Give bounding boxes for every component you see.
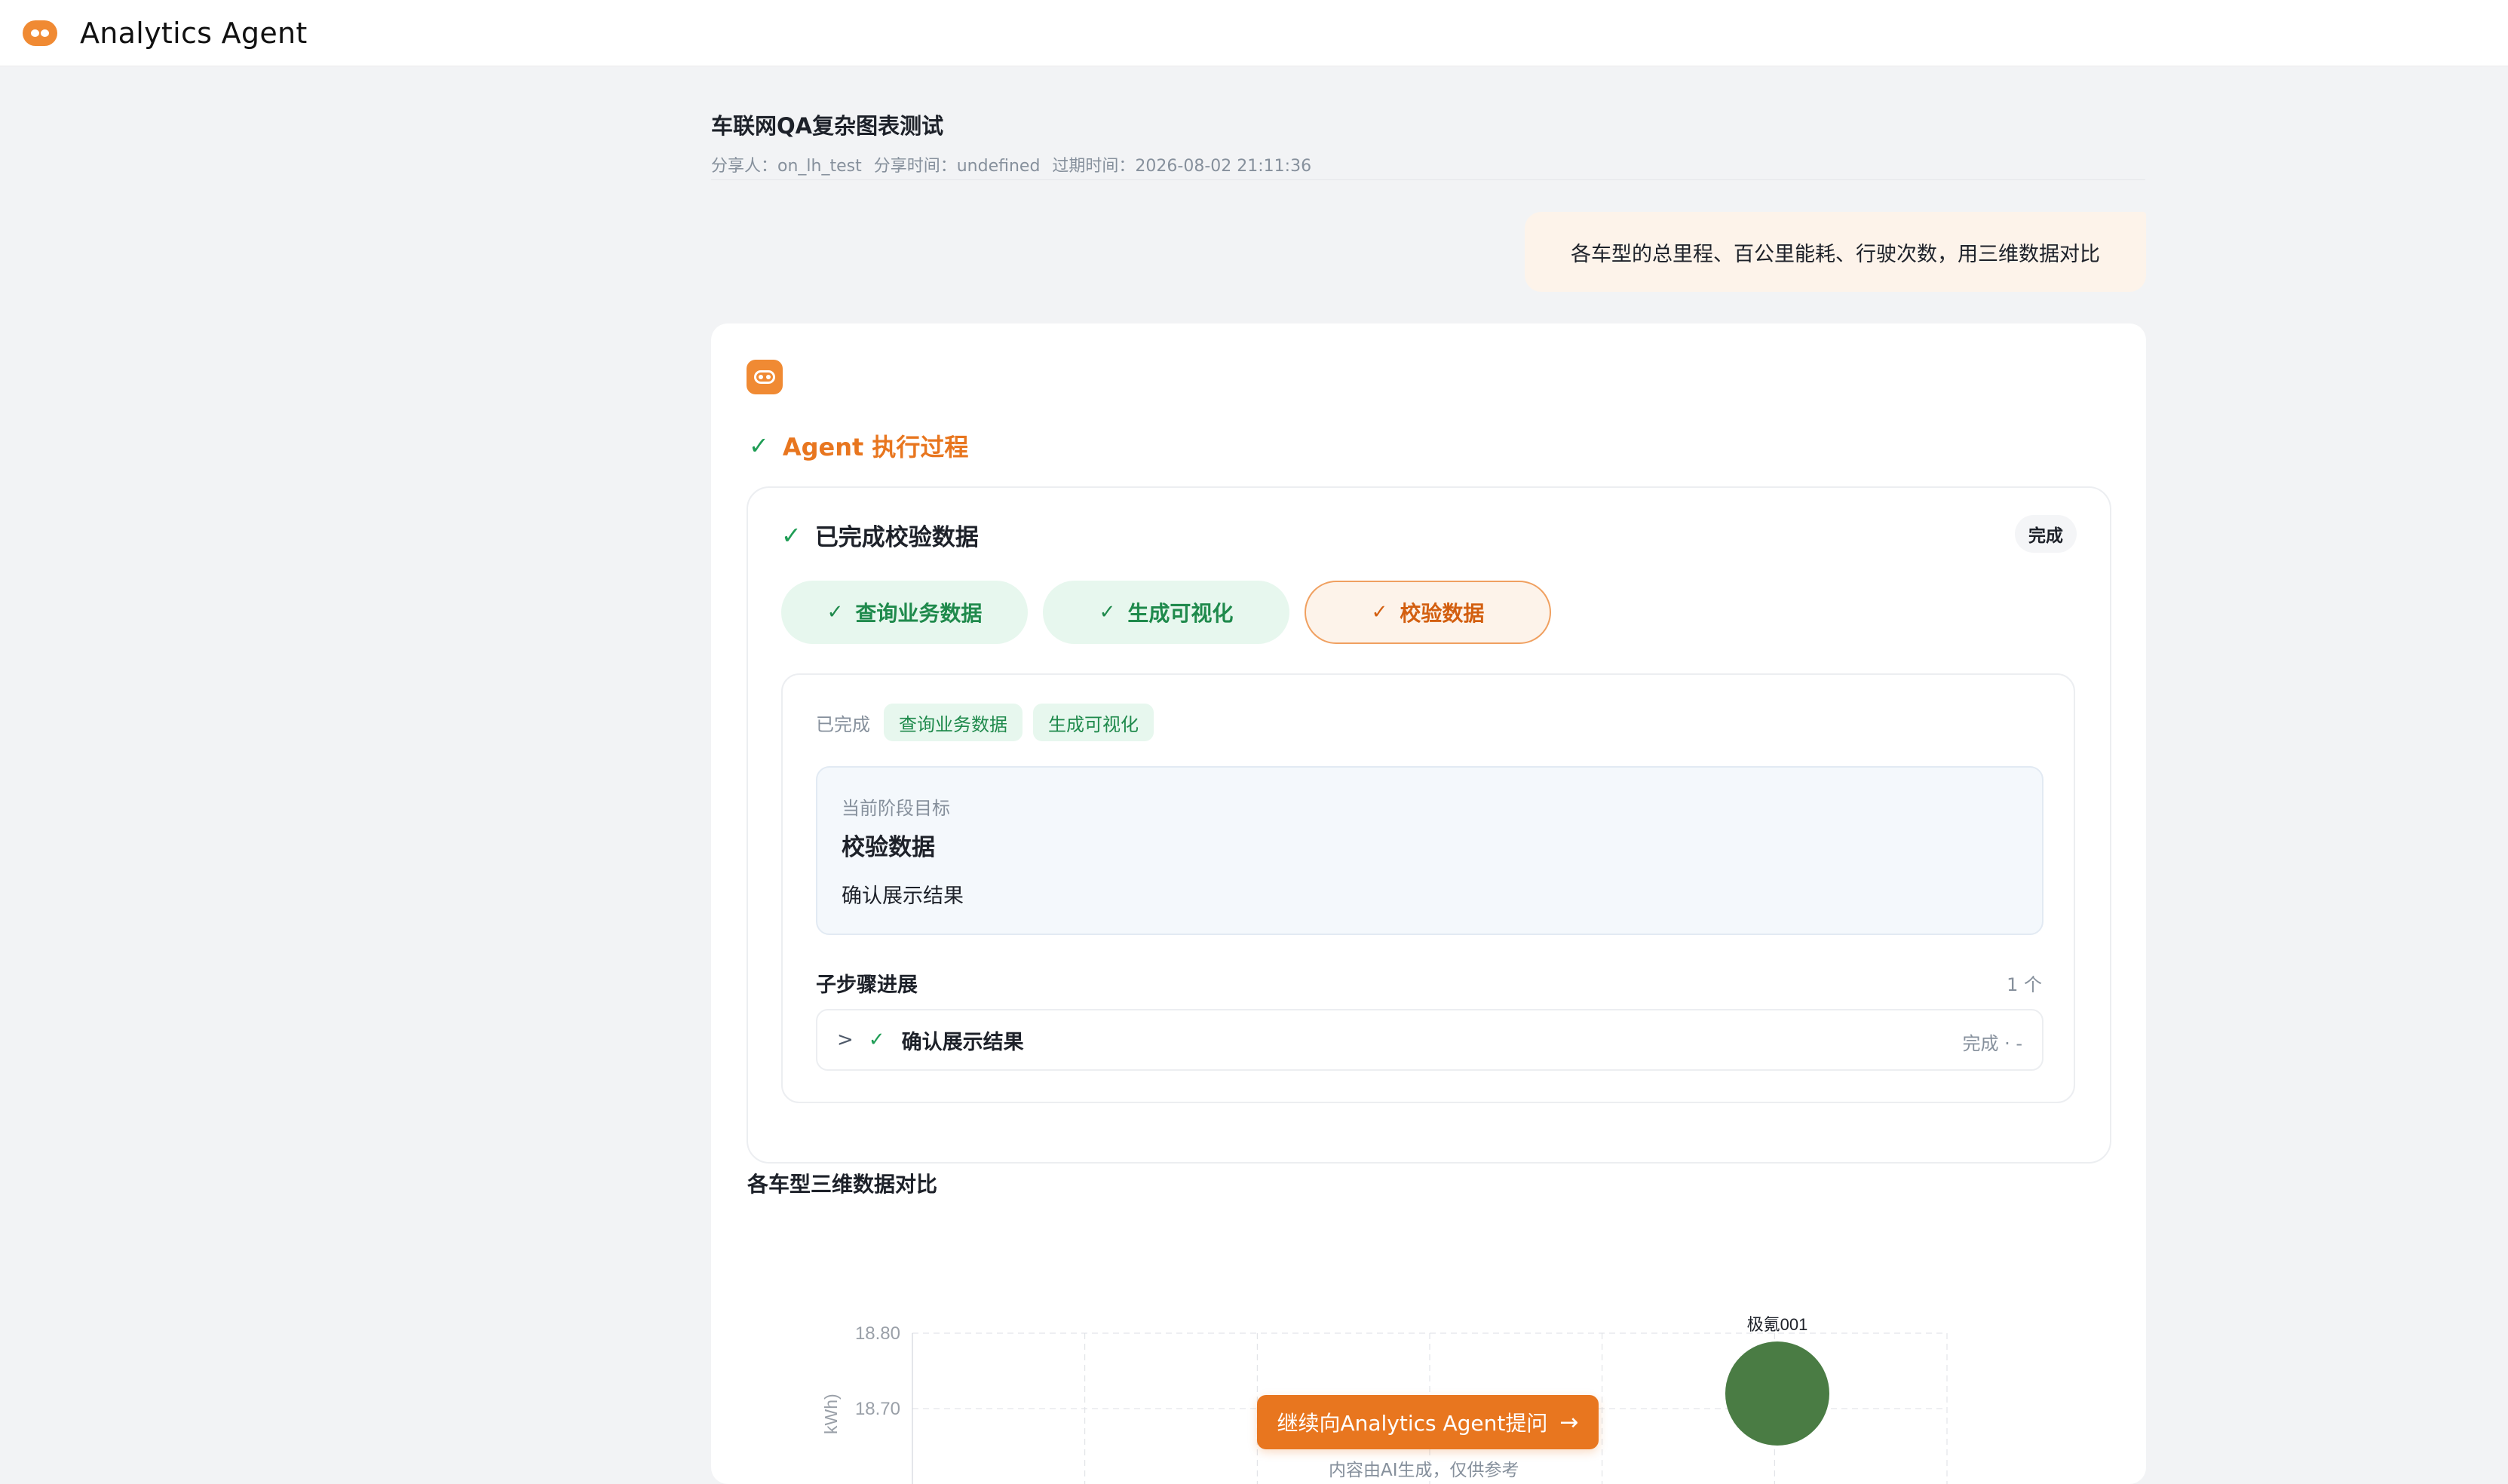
page-title: 车联网QA复杂图表测试 xyxy=(711,113,944,139)
top-bar: Analytics Agent xyxy=(0,0,2508,66)
step-pill-query[interactable]: ✓ 查询业务数据 xyxy=(781,581,1028,644)
check-icon: ✓ xyxy=(868,1029,885,1051)
completed-row: 已完成 查询业务数据 生成可视化 xyxy=(816,704,1154,741)
y-axis-label: kWh) xyxy=(821,1394,841,1434)
check-icon: ✓ xyxy=(826,601,844,624)
process-status-title: 已完成校验数据 xyxy=(814,524,979,551)
check-icon: ✓ xyxy=(749,431,769,460)
ask-button-label: 继续向Analytics Agent提问 xyxy=(1277,1411,1548,1436)
step-pill-validate[interactable]: ✓ 校验数据 xyxy=(1305,581,1551,644)
data-point-label: 极氪001 xyxy=(1747,1315,1808,1334)
step-label: 查询业务数据 xyxy=(855,601,983,626)
substeps-heading: 子步骤进展 xyxy=(816,973,918,997)
app-title: Analytics Agent xyxy=(80,16,308,50)
share-meta: 分享人：on_lh_test 分享时间：undefined 过期时间：2026-… xyxy=(711,152,1311,176)
completed-label: 已完成 xyxy=(816,713,870,735)
divider xyxy=(711,179,2145,180)
expire-time-text: 过期时间：2026-08-02 21:11:36 xyxy=(1052,157,1312,176)
agent-process-label: Agent 执行过程 xyxy=(782,433,969,461)
goal-title: 校验数据 xyxy=(842,834,935,861)
substeps-count: 1 个 xyxy=(2007,974,2042,995)
continue-ask-button[interactable]: 继续向Analytics Agent提问 → xyxy=(1257,1395,1599,1449)
agent-process-toggle[interactable]: ✓ Agent 执行过程 xyxy=(749,428,968,463)
step-detail-panel: 已完成 查询业务数据 生成可视化 当前阶段目标 校验数据 确认展示结果 子步骤进… xyxy=(781,673,2075,1103)
sharer-text: 分享人：on_lh_test xyxy=(711,157,862,176)
status-badge: 完成 xyxy=(2015,515,2077,553)
substep-row[interactable]: > ✓ 确认展示结果 完成 · - xyxy=(816,1009,2043,1071)
completed-tag: 查询业务数据 xyxy=(884,704,1023,741)
app-logo-icon xyxy=(23,20,57,46)
goal-caption: 当前阶段目标 xyxy=(842,798,950,819)
data-point xyxy=(1725,1341,1829,1446)
current-goal-box: 当前阶段目标 校验数据 确认展示结果 xyxy=(816,766,2043,935)
substep-status: 完成 · - xyxy=(1962,1033,2022,1054)
step-label: 生成可视化 xyxy=(1127,601,1234,626)
process-panel: ✓ 已完成校验数据 完成 ✓ 查询业务数据 ✓ 生成可视化 ✓ 校验数据 已完成… xyxy=(747,486,2111,1164)
check-icon: ✓ xyxy=(781,520,802,550)
agent-response-card: ✓ Agent 执行过程 ✓ 已完成校验数据 完成 ✓ 查询业务数据 ✓ 生成可… xyxy=(711,323,2146,1484)
arrow-right-icon: → xyxy=(1559,1409,1579,1436)
goal-description: 确认展示结果 xyxy=(842,885,964,908)
y-tick-label: 18.70 xyxy=(855,1399,900,1419)
chart-title: 各车型三维数据对比 xyxy=(747,1172,938,1197)
chevron-right-icon[interactable]: > xyxy=(837,1029,854,1051)
share-time-text: 分享时间：undefined xyxy=(873,157,1041,176)
chart-points: 极氪001 xyxy=(1725,1315,1829,1446)
step-pill-visualize[interactable]: ✓ 生成可视化 xyxy=(1043,581,1289,644)
completed-tag: 生成可视化 xyxy=(1033,704,1154,741)
y-axis-ticks: 18.80 18.70 xyxy=(855,1323,900,1419)
y-tick-label: 18.80 xyxy=(855,1323,900,1344)
step-label: 校验数据 xyxy=(1400,601,1485,626)
ai-disclaimer: 内容由AI生成，仅供参考 xyxy=(1329,1461,1519,1480)
substep-name: 确认展示结果 xyxy=(901,1030,1024,1054)
check-icon: ✓ xyxy=(1371,601,1388,624)
user-message-bubble: 各车型的总里程、百公里能耗、行驶次数，用三维数据对比 xyxy=(1525,212,2146,292)
step-pills: ✓ 查询业务数据 ✓ 生成可视化 ✓ 校验数据 xyxy=(781,581,1551,644)
process-status-header: ✓ 已完成校验数据 xyxy=(781,518,979,552)
agent-avatar-icon xyxy=(747,360,783,394)
check-icon: ✓ xyxy=(1099,601,1116,624)
